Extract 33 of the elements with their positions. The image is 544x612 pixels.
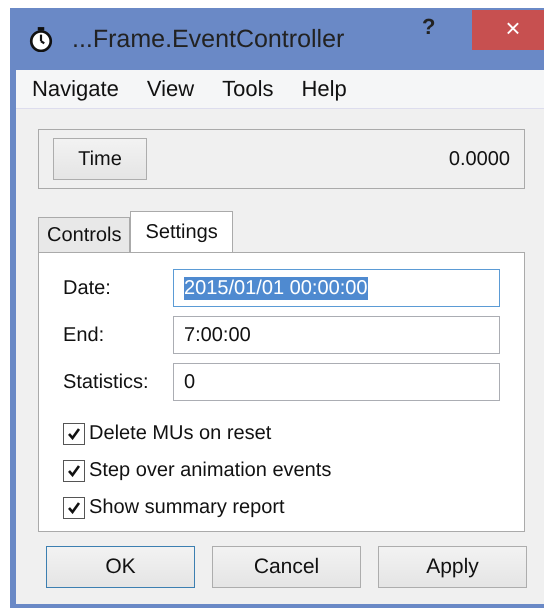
field-label: Statistics:: [63, 370, 150, 394]
checkbox[interactable]: [63, 460, 85, 482]
field-label: Date:: [63, 276, 112, 300]
field-value: 7:00:00: [184, 324, 251, 346]
field-label: End:: [63, 324, 106, 346]
time-value: 0.0000: [448, 148, 510, 170]
time-button[interactable]: Time: [53, 138, 147, 180]
help-button[interactable]: ?: [422, 14, 436, 40]
checkbox-label: Step over animation events: [89, 459, 332, 482]
field-value: 0: [184, 370, 196, 394]
input-field[interactable]: 7:00:00: [173, 316, 500, 354]
menu-item[interactable]: Navigate: [32, 76, 119, 102]
dialog-button[interactable]: Cancel: [212, 546, 361, 588]
checkmark-icon: [66, 500, 82, 516]
checkbox[interactable]: [63, 422, 85, 444]
dialog-button[interactable]: Apply: [378, 546, 527, 588]
close-button[interactable]: ×: [472, 10, 544, 50]
input-field[interactable]: 2015/01/01 00:00:00: [173, 269, 500, 307]
checkmark-icon: [66, 426, 82, 442]
window-title: ...Frame.EventController: [72, 24, 344, 54]
checkbox-label: Show summary report: [89, 496, 285, 519]
field-value: 2015/01/01 00:00:00: [184, 276, 368, 300]
checkbox-label: Delete MUs on reset: [89, 422, 272, 445]
tab[interactable]: Controls: [38, 217, 130, 253]
tab[interactable]: Settings: [130, 211, 233, 253]
menu-item[interactable]: View: [146, 76, 194, 102]
checkmark-icon: [66, 462, 82, 478]
checkbox[interactable]: [63, 496, 85, 518]
stopwatch-icon: [28, 26, 54, 52]
menu-item[interactable]: Tools: [222, 76, 274, 102]
dialog-button[interactable]: OK: [46, 546, 195, 588]
menu-item[interactable]: Help: [302, 76, 347, 102]
input-field[interactable]: 0: [173, 363, 500, 401]
